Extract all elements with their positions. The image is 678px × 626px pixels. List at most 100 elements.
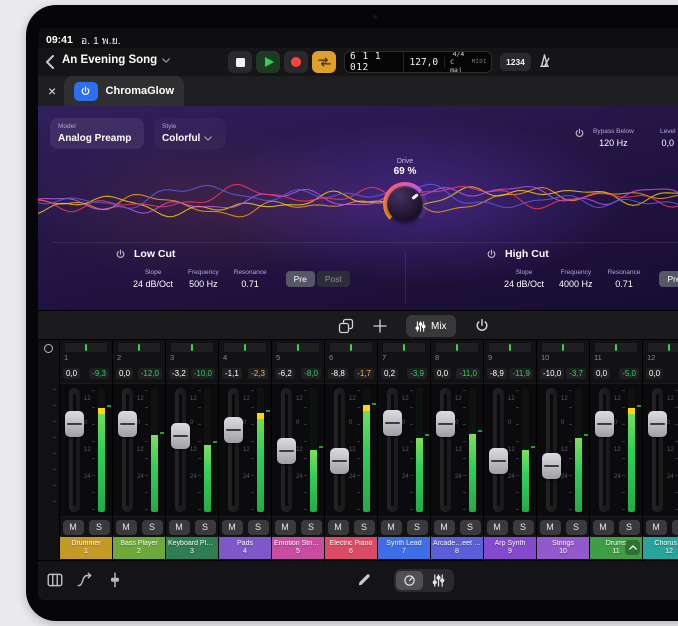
fader-handle[interactable] <box>489 448 508 474</box>
lcd-display[interactable]: 6 1 1 012 127,0 4/4 C maj MIDI <box>344 51 492 73</box>
channel-name-label[interactable]: Chorus V12 <box>643 537 678 559</box>
fader-handle[interactable] <box>648 411 667 437</box>
fader-handle[interactable] <box>277 438 296 464</box>
low-cut-resonance[interactable]: Resonance 0.71 <box>234 269 267 289</box>
volume-fader[interactable] <box>387 388 398 512</box>
pan-control[interactable] <box>542 343 584 352</box>
low-cut-frequency[interactable]: Frequency 500 Hz <box>188 269 219 289</box>
fader-handle[interactable] <box>330 448 349 474</box>
add-button[interactable] <box>372 318 388 334</box>
pan-control[interactable] <box>489 343 531 352</box>
low-cut-post-button[interactable]: Post <box>317 271 350 287</box>
plugin-view-button[interactable] <box>396 571 423 590</box>
collapse-stack-button[interactable] <box>625 540 640 555</box>
plugin-tab[interactable]: ChromaGlow <box>64 76 184 106</box>
low-cut-power-button[interactable] <box>115 249 126 260</box>
record-button[interactable] <box>284 51 308 73</box>
fader-view-button[interactable] <box>425 571 452 590</box>
edit-pencil-button[interactable] <box>356 572 372 588</box>
high-cut-pre-button[interactable]: Pre <box>659 271 678 287</box>
solo-button[interactable]: S <box>513 520 534 535</box>
count-in-button[interactable]: 1234 <box>500 53 531 71</box>
solo-button[interactable]: S <box>248 520 269 535</box>
metronome-button[interactable] <box>536 52 553 69</box>
channel-name-label[interactable]: Strings10 <box>537 537 589 559</box>
volume-fader[interactable] <box>493 388 504 512</box>
channel-name-label[interactable]: Pads4 <box>219 537 271 559</box>
fader-handle[interactable] <box>383 410 402 436</box>
mute-button[interactable]: M <box>593 520 614 535</box>
channel-name-label[interactable]: Bass Player2 <box>113 537 165 559</box>
mute-button[interactable]: M <box>275 520 296 535</box>
low-cut-pre-button[interactable]: Pre <box>286 271 315 287</box>
mute-button[interactable]: M <box>540 520 561 535</box>
volume-fader[interactable] <box>122 388 133 512</box>
song-title-menu[interactable]: An Evening Song <box>62 54 170 66</box>
pan-control[interactable] <box>277 343 319 352</box>
solo-button[interactable]: S <box>142 520 163 535</box>
low-cut-slope[interactable]: Slope 24 dB/Oct <box>133 269 173 289</box>
volume-fader[interactable] <box>599 388 610 512</box>
high-cut-frequency[interactable]: Frequency 4000 Hz <box>559 269 593 289</box>
model-selector[interactable]: Model Analog Preamp <box>50 118 144 149</box>
play-button[interactable] <box>256 51 280 73</box>
fader-handle[interactable] <box>542 453 561 479</box>
mute-button[interactable]: M <box>487 520 508 535</box>
drive-knob-control[interactable]: Drive 69 % <box>369 158 441 226</box>
channel-name-label[interactable]: Arcade…eet Pad8 <box>431 537 483 559</box>
pan-control[interactable] <box>436 343 478 352</box>
solo-button[interactable]: S <box>407 520 428 535</box>
signal-flow-icon[interactable] <box>76 571 94 589</box>
close-plugin-button[interactable]: × <box>48 82 56 100</box>
pan-control[interactable] <box>595 343 637 352</box>
pan-control[interactable] <box>65 343 107 352</box>
channel-name-label[interactable]: Keyboard Player3 <box>166 537 218 559</box>
volume-fader[interactable] <box>69 388 80 512</box>
fader-handle[interactable] <box>224 417 243 443</box>
cycle-button[interactable] <box>312 51 336 73</box>
solo-button[interactable]: S <box>89 520 110 535</box>
back-chevron-button[interactable] <box>46 55 54 69</box>
drive-knob[interactable] <box>383 182 427 226</box>
bypass-below-control[interactable]: Bypass Below 120 Hz <box>574 128 634 148</box>
pan-control[interactable] <box>171 343 213 352</box>
solo-button[interactable]: S <box>354 520 375 535</box>
pan-control[interactable] <box>330 343 372 352</box>
style-selector[interactable]: Style Colorful <box>154 118 226 149</box>
fader-handle[interactable] <box>436 411 455 437</box>
high-cut-resonance[interactable]: Resonance 0.71 <box>608 269 641 289</box>
plugin-power-button[interactable] <box>74 82 98 101</box>
high-cut-slope[interactable]: Slope 24 dB/Oct <box>504 269 544 289</box>
mute-button[interactable]: M <box>328 520 349 535</box>
channel-name-label[interactable]: Arp Synth9 <box>484 537 536 559</box>
channel-name-label[interactable]: Drums11 <box>590 537 642 559</box>
mute-button[interactable]: M <box>169 520 190 535</box>
mute-button[interactable]: M <box>116 520 137 535</box>
channel-name-label[interactable]: Synth Lead7 <box>378 537 430 559</box>
mute-button[interactable]: M <box>63 520 84 535</box>
channel-strips-icon[interactable] <box>46 571 64 589</box>
solo-button[interactable]: S <box>566 520 587 535</box>
volume-fader[interactable] <box>175 388 186 512</box>
mix-view-button[interactable]: Mix <box>406 315 456 337</box>
volume-fader[interactable] <box>281 388 292 512</box>
pan-control[interactable] <box>383 343 425 352</box>
high-cut-power-button[interactable] <box>486 249 497 260</box>
channel-name-label[interactable]: Electric Piano6 <box>325 537 377 559</box>
level-control[interactable]: Level 0,0 <box>660 128 676 148</box>
solo-button[interactable]: S <box>619 520 640 535</box>
pan-control[interactable] <box>648 343 678 352</box>
fader-icon[interactable] <box>106 571 124 589</box>
channel-name-label[interactable]: Drummer1 <box>60 537 112 559</box>
mute-button[interactable]: M <box>646 520 667 535</box>
volume-fader[interactable] <box>652 388 663 512</box>
duplicate-icon[interactable] <box>338 318 354 334</box>
volume-fader[interactable] <box>334 388 345 512</box>
fader-handle[interactable] <box>65 411 84 437</box>
solo-button[interactable]: S <box>460 520 481 535</box>
fader-handle[interactable] <box>118 411 137 437</box>
volume-fader[interactable] <box>228 388 239 512</box>
fader-handle[interactable] <box>595 411 614 437</box>
fader-handle[interactable] <box>171 423 190 449</box>
mute-button[interactable]: M <box>434 520 455 535</box>
